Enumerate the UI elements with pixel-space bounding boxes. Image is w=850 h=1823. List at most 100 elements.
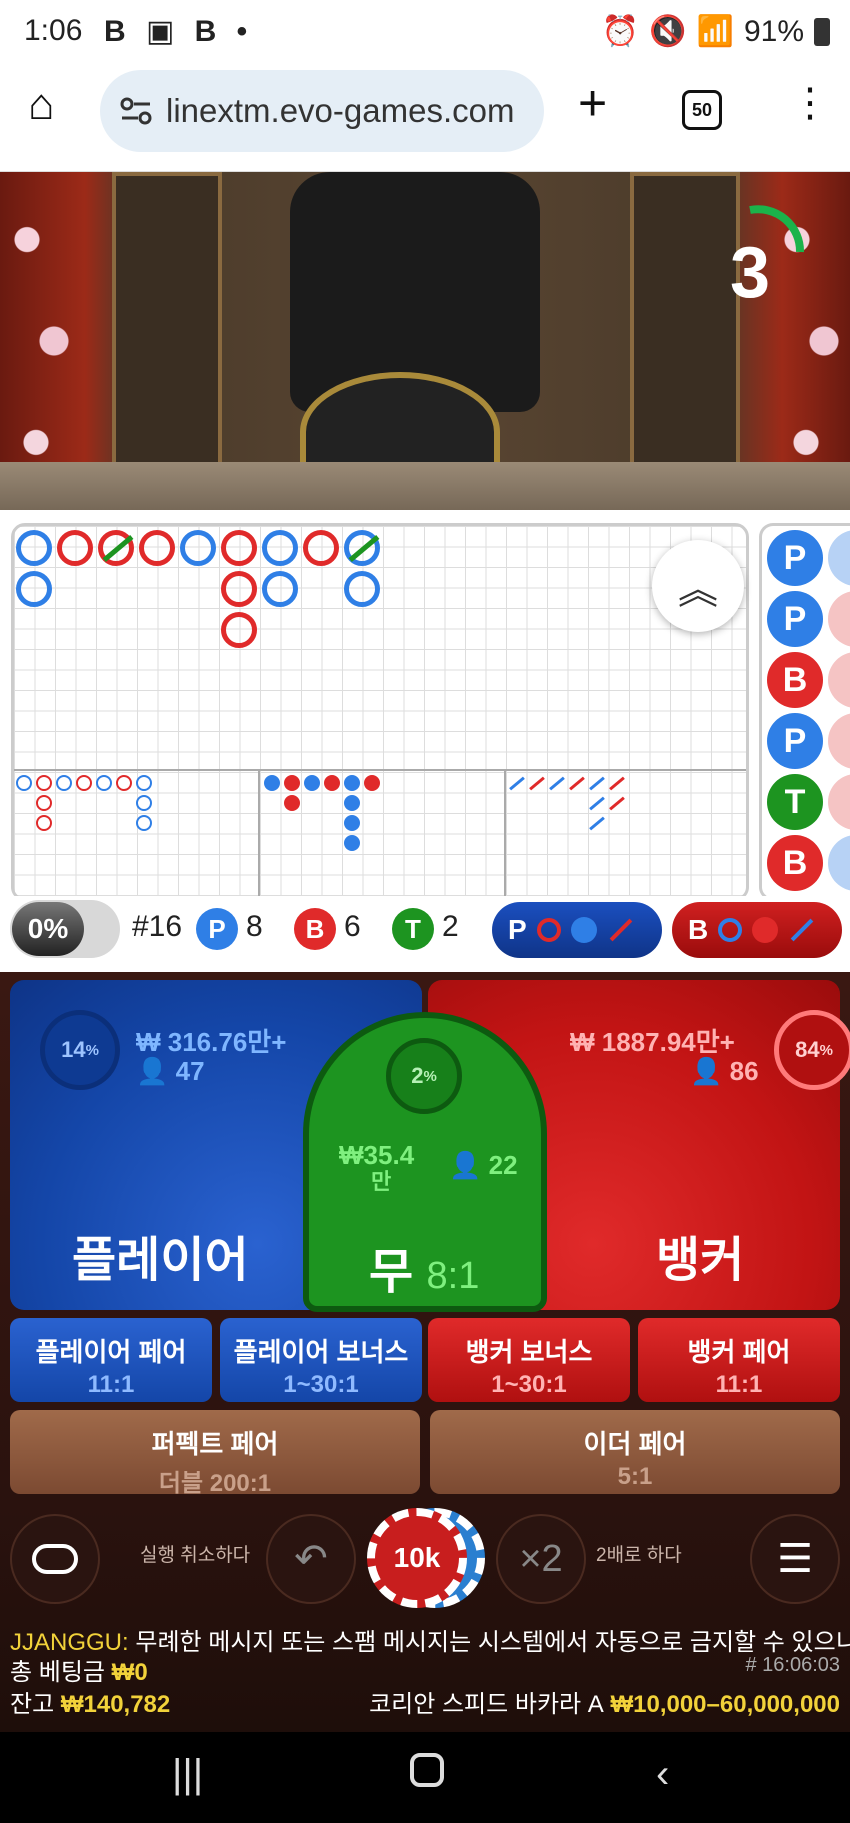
player-total-amount: ₩ 316.76만+ (136, 1027, 287, 1057)
grid-divider (14, 769, 746, 771)
menu-button[interactable]: ☰ (750, 1514, 840, 1604)
player-small-ring (56, 775, 72, 791)
new-tab-icon[interactable]: + (578, 74, 607, 132)
currency-symbol: ₩ (339, 1140, 364, 1170)
banker-bonus-bet[interactable]: 뱅커 보너스 1~30:1 (428, 1318, 630, 1402)
tab-switcher-button[interactable]: 50 (682, 90, 722, 130)
system-nav-bar: ||| ‹ (0, 1732, 850, 1823)
player-small-ring (136, 815, 152, 831)
player-bettor-count: 47 (175, 1056, 205, 1086)
player-small-ring (16, 775, 32, 791)
more-menu-icon[interactable]: ⋮ (790, 80, 830, 126)
tie-count: 2 (442, 910, 459, 943)
grid-divider (258, 769, 260, 898)
player-predict-button[interactable]: P (492, 902, 662, 958)
expand-roadmap-button[interactable]: ︽ (652, 540, 744, 632)
undo-button[interactable]: ↶ (266, 1514, 356, 1604)
either-pair-bet[interactable]: 이더 페어 5:1 (430, 1410, 840, 1494)
home-icon[interactable]: ⌂ (28, 80, 55, 130)
player-label: 플레이어 (72, 1234, 249, 1287)
wood-panel (112, 172, 222, 472)
view-toggle-button[interactable] (10, 1514, 100, 1604)
bead-ghost (828, 774, 850, 830)
banker-ring (221, 530, 257, 566)
player-ring (262, 571, 298, 607)
player-pair-bet[interactable]: 플레이어 페어 11:1 (10, 1318, 212, 1402)
predict-letter: P (508, 914, 527, 945)
balance-label: 잔고 (10, 1691, 55, 1718)
bead-banker: B (767, 652, 823, 708)
back-icon[interactable]: ‹ (656, 1752, 669, 1797)
perfect-pair-odds: 더블 200:1 (158, 1470, 272, 1497)
player-slash (589, 796, 605, 811)
status-right: ⏰ 🔇 📶 91% (602, 14, 830, 49)
player-dot (344, 815, 360, 831)
statistics-toggle[interactable]: 0% (10, 900, 120, 958)
balance-row: 잔고 ₩140,782 코리안 스피드 바카라 A ₩10,000–60,000… (10, 1684, 840, 1719)
player-dot (264, 775, 280, 791)
status-time: 1:06 (24, 14, 83, 47)
blue-ring-icon (718, 918, 743, 942)
player-percentage: 14% (40, 1010, 120, 1090)
bead-player: P (767, 591, 823, 647)
user-icon: 👤 (449, 1150, 482, 1180)
bead-plate[interactable]: P P B P T B (759, 523, 850, 901)
banker-bonus-odds: 1~30:1 (491, 1371, 567, 1398)
address-bar[interactable]: linextm.evo-games.com (100, 70, 544, 152)
user-icon: 👤 (136, 1056, 169, 1086)
perfect-pair-bet[interactable]: 퍼펙트 페어 더블 200:1 (10, 1410, 420, 1497)
banker-predict-button[interactable]: B (672, 902, 842, 958)
alarm-icon: ⏰ (601, 15, 640, 48)
player-dot (344, 835, 360, 851)
perfect-pair-label: 퍼펙트 페어 (151, 1429, 279, 1459)
player-dot (344, 775, 360, 791)
banker-ring (139, 530, 175, 566)
pct-suffix: % (85, 1041, 99, 1059)
player-slash (589, 776, 605, 791)
undo-label: 실행 취소하다 (140, 1545, 251, 1566)
notification-icons: B ▣ B • (104, 15, 254, 48)
player-slash (589, 816, 605, 831)
bead-banker: B (767, 835, 823, 891)
bead-ghost (828, 591, 850, 647)
blue-slash-icon (790, 918, 814, 942)
banker-dot (364, 775, 380, 791)
banker-pair-odds: 11:1 (715, 1371, 763, 1398)
mute-icon: 🔇 (649, 15, 687, 48)
banker-bonus-label: 뱅커 보너스 (465, 1337, 593, 1367)
banker-badge: B (294, 908, 336, 950)
chip-selector[interactable]: 10k (367, 1508, 485, 1608)
banker-total-amount: ₩ 1887.94만+ (570, 1027, 735, 1057)
round-id: # 16:06:03 (745, 1654, 840, 1676)
tie-pct-value: 2 (411, 1063, 424, 1088)
home-nav-icon[interactable] (410, 1752, 444, 1797)
player-bettors: 👤 47 (136, 1056, 205, 1087)
banker-ring (57, 530, 93, 566)
chevron-up-icon: ︽ (678, 568, 718, 612)
bead-ghost (828, 835, 850, 891)
double-button[interactable]: ×2 (496, 1514, 586, 1604)
player-bonus-odds: 1~30:1 (283, 1371, 359, 1398)
balance-value: ₩140,782 (60, 1691, 171, 1718)
pct-suffix: % (819, 1041, 833, 1059)
player-small-ring (136, 795, 152, 811)
banker-pair-bet[interactable]: 뱅커 페어 11:1 (638, 1318, 840, 1402)
countdown-number: 3 (729, 233, 771, 313)
site-settings-icon[interactable] (120, 96, 152, 126)
table-info: 코리안 스피드 바카라 A ₩10,000–60,000,000 (369, 1684, 840, 1719)
player-dot (304, 775, 320, 791)
banker-ring (221, 571, 257, 607)
tie-label-text: 무 (369, 1246, 414, 1299)
tie-bet-spot[interactable]: 2% ₩35.4 만 👤 22 무 8:1 (303, 1012, 547, 1312)
big-road-grid[interactable] (11, 523, 749, 901)
game-table (0, 462, 850, 510)
cherry-blossom-left (0, 172, 90, 510)
recent-apps-icon[interactable]: ||| (172, 1752, 203, 1797)
player-bonus-bet[interactable]: 플레이어 보너스 1~30:1 (220, 1318, 422, 1402)
red-slash-icon (609, 918, 633, 942)
status-bar: 1:06 B ▣ B • ⏰ 🔇 📶 91% (0, 0, 850, 62)
tie-amount-unit: 만 (371, 1169, 392, 1194)
blue-dot-icon (570, 917, 597, 943)
player-pair-odds: 11:1 (87, 1371, 135, 1398)
banker-pct-value: 84 (795, 1037, 820, 1062)
